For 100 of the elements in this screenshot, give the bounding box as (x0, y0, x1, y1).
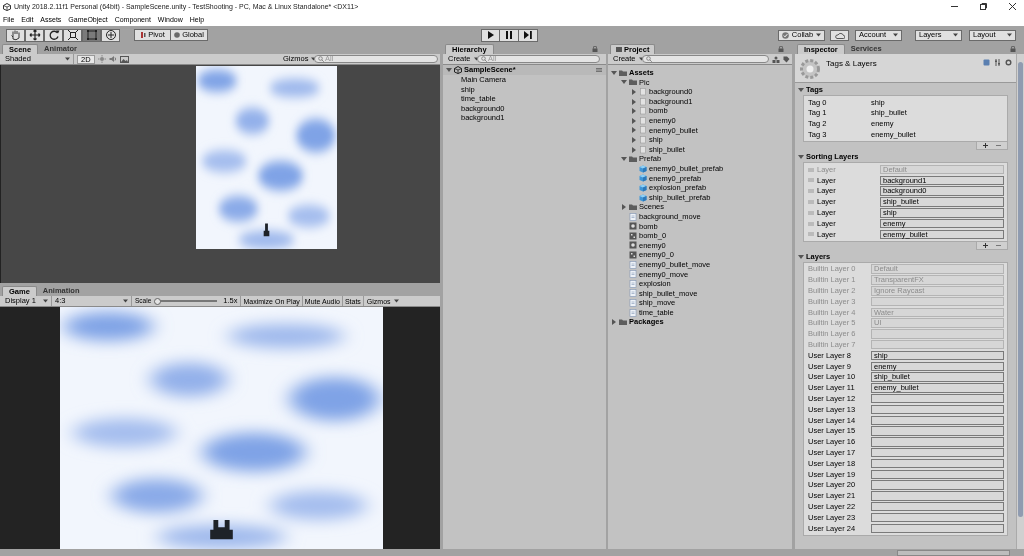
caret-icon (893, 33, 898, 37)
folder-icon (629, 155, 637, 164)
tool-button[interactable] (82, 28, 101, 42)
caret-icon (123, 299, 128, 303)
expand-arrow-icon[interactable] (798, 253, 804, 260)
expand-arrow-icon[interactable] (631, 108, 637, 115)
drag-handle-icon[interactable] (808, 199, 814, 204)
caret-icon (311, 57, 317, 61)
expand-arrow-icon[interactable] (621, 156, 627, 163)
play-icon (485, 30, 496, 40)
expand-arrow-icon[interactable] (611, 69, 617, 76)
check-circle-icon (782, 31, 789, 39)
restore-icon[interactable] (980, 3, 987, 10)
caret-icon (65, 57, 70, 61)
settings-icon[interactable] (1005, 59, 1012, 66)
animation-clip-icon (629, 231, 637, 240)
tag-icon[interactable] (783, 55, 790, 63)
input-field[interactable] (871, 491, 1004, 501)
input-field[interactable] (871, 501, 1004, 512)
expand-arrow-icon[interactable] (798, 87, 804, 93)
play-button[interactable] (481, 28, 500, 42)
input-field[interactable] (871, 447, 1004, 458)
expand-arrow-icon[interactable] (621, 204, 627, 211)
move-tool-icon (28, 29, 41, 41)
inspector-title: Tags & Layers (826, 60, 878, 68)
expand-arrow-icon[interactable] (611, 319, 617, 326)
scale-tool-icon (66, 29, 79, 41)
caret-icon (953, 33, 958, 37)
input-field[interactable] (871, 469, 1004, 480)
expand-arrow-icon[interactable] (631, 98, 637, 105)
lock-icon[interactable] (592, 46, 598, 52)
step-button[interactable] (519, 28, 538, 42)
expand-arrow-icon[interactable] (631, 127, 637, 134)
expand-arrow-icon[interactable] (621, 79, 627, 86)
globe-icon (174, 32, 181, 38)
caret-icon (473, 57, 479, 61)
hand-tool-icon (9, 29, 22, 41)
cloud-button[interactable] (830, 29, 849, 41)
caret-icon (393, 299, 399, 303)
tool-button[interactable] (25, 28, 44, 42)
rotate-tool-icon (47, 29, 60, 41)
input-field[interactable] (871, 426, 1004, 436)
folder-icon (629, 203, 637, 212)
folder-icon (616, 47, 622, 52)
folder-icon (619, 318, 627, 327)
slider-thumb[interactable] (154, 297, 162, 305)
unity-logo-icon (3, 2, 11, 11)
drag-handle-icon[interactable] (808, 221, 814, 226)
drag-handle-icon[interactable] (808, 232, 814, 237)
controller-icon (629, 222, 637, 231)
search-field[interactable] (642, 55, 769, 63)
script-file-icon (629, 212, 637, 221)
cloud-icon (834, 31, 845, 39)
plus-icon[interactable] (983, 242, 988, 248)
expand-arrow-icon[interactable] (631, 146, 637, 153)
close-icon[interactable] (1009, 3, 1016, 10)
audio-icon (108, 55, 117, 63)
scrollbar-thumb[interactable] (1018, 62, 1023, 517)
input-field[interactable] (871, 458, 1004, 469)
input-field[interactable] (871, 404, 1004, 415)
input-field[interactable] (871, 437, 1004, 447)
expand-arrow-icon[interactable] (798, 154, 804, 161)
step-icon (523, 30, 533, 40)
filter-type-icon[interactable] (772, 55, 780, 63)
expand-arrow-icon[interactable] (631, 136, 637, 143)
tool-button[interactable] (101, 28, 120, 42)
minus-icon[interactable] (996, 242, 1001, 248)
drag-handle-icon[interactable] (808, 210, 814, 215)
expand-arrow-icon[interactable] (631, 89, 637, 95)
unity-scene-icon (454, 66, 462, 74)
minus-icon[interactable] (996, 143, 1001, 149)
sliders-icon[interactable] (994, 59, 1001, 66)
input-field[interactable] (871, 415, 1004, 426)
controller-icon (629, 241, 637, 250)
scrollbar[interactable] (1016, 54, 1024, 549)
input-field[interactable] (871, 393, 1004, 404)
input-field[interactable] (871, 512, 1004, 523)
transform-tool-icon (104, 29, 117, 41)
input-field[interactable] (871, 523, 1004, 534)
lock-icon[interactable] (778, 46, 784, 52)
caret-icon (43, 299, 48, 303)
drag-handle-icon[interactable] (808, 167, 814, 172)
minimize-icon[interactable] (951, 3, 958, 10)
expand-arrow-icon[interactable] (631, 117, 637, 124)
lock-icon[interactable] (1010, 46, 1016, 52)
drag-handle-icon[interactable] (808, 189, 814, 194)
caret-icon (1007, 33, 1012, 37)
menu-icon (596, 68, 602, 72)
pause-icon (504, 30, 514, 40)
pause-button[interactable] (500, 28, 519, 42)
tool-button[interactable] (63, 28, 82, 42)
book-icon[interactable] (983, 59, 990, 66)
image-icon (119, 55, 129, 63)
plus-icon[interactable] (983, 143, 988, 149)
drag-handle-icon[interactable] (808, 178, 814, 183)
expand-arrow-icon[interactable] (446, 67, 452, 73)
input-field[interactable] (871, 480, 1004, 490)
gear-icon (799, 58, 821, 80)
animation-clip-icon (629, 251, 637, 260)
tool-button[interactable] (44, 28, 63, 42)
